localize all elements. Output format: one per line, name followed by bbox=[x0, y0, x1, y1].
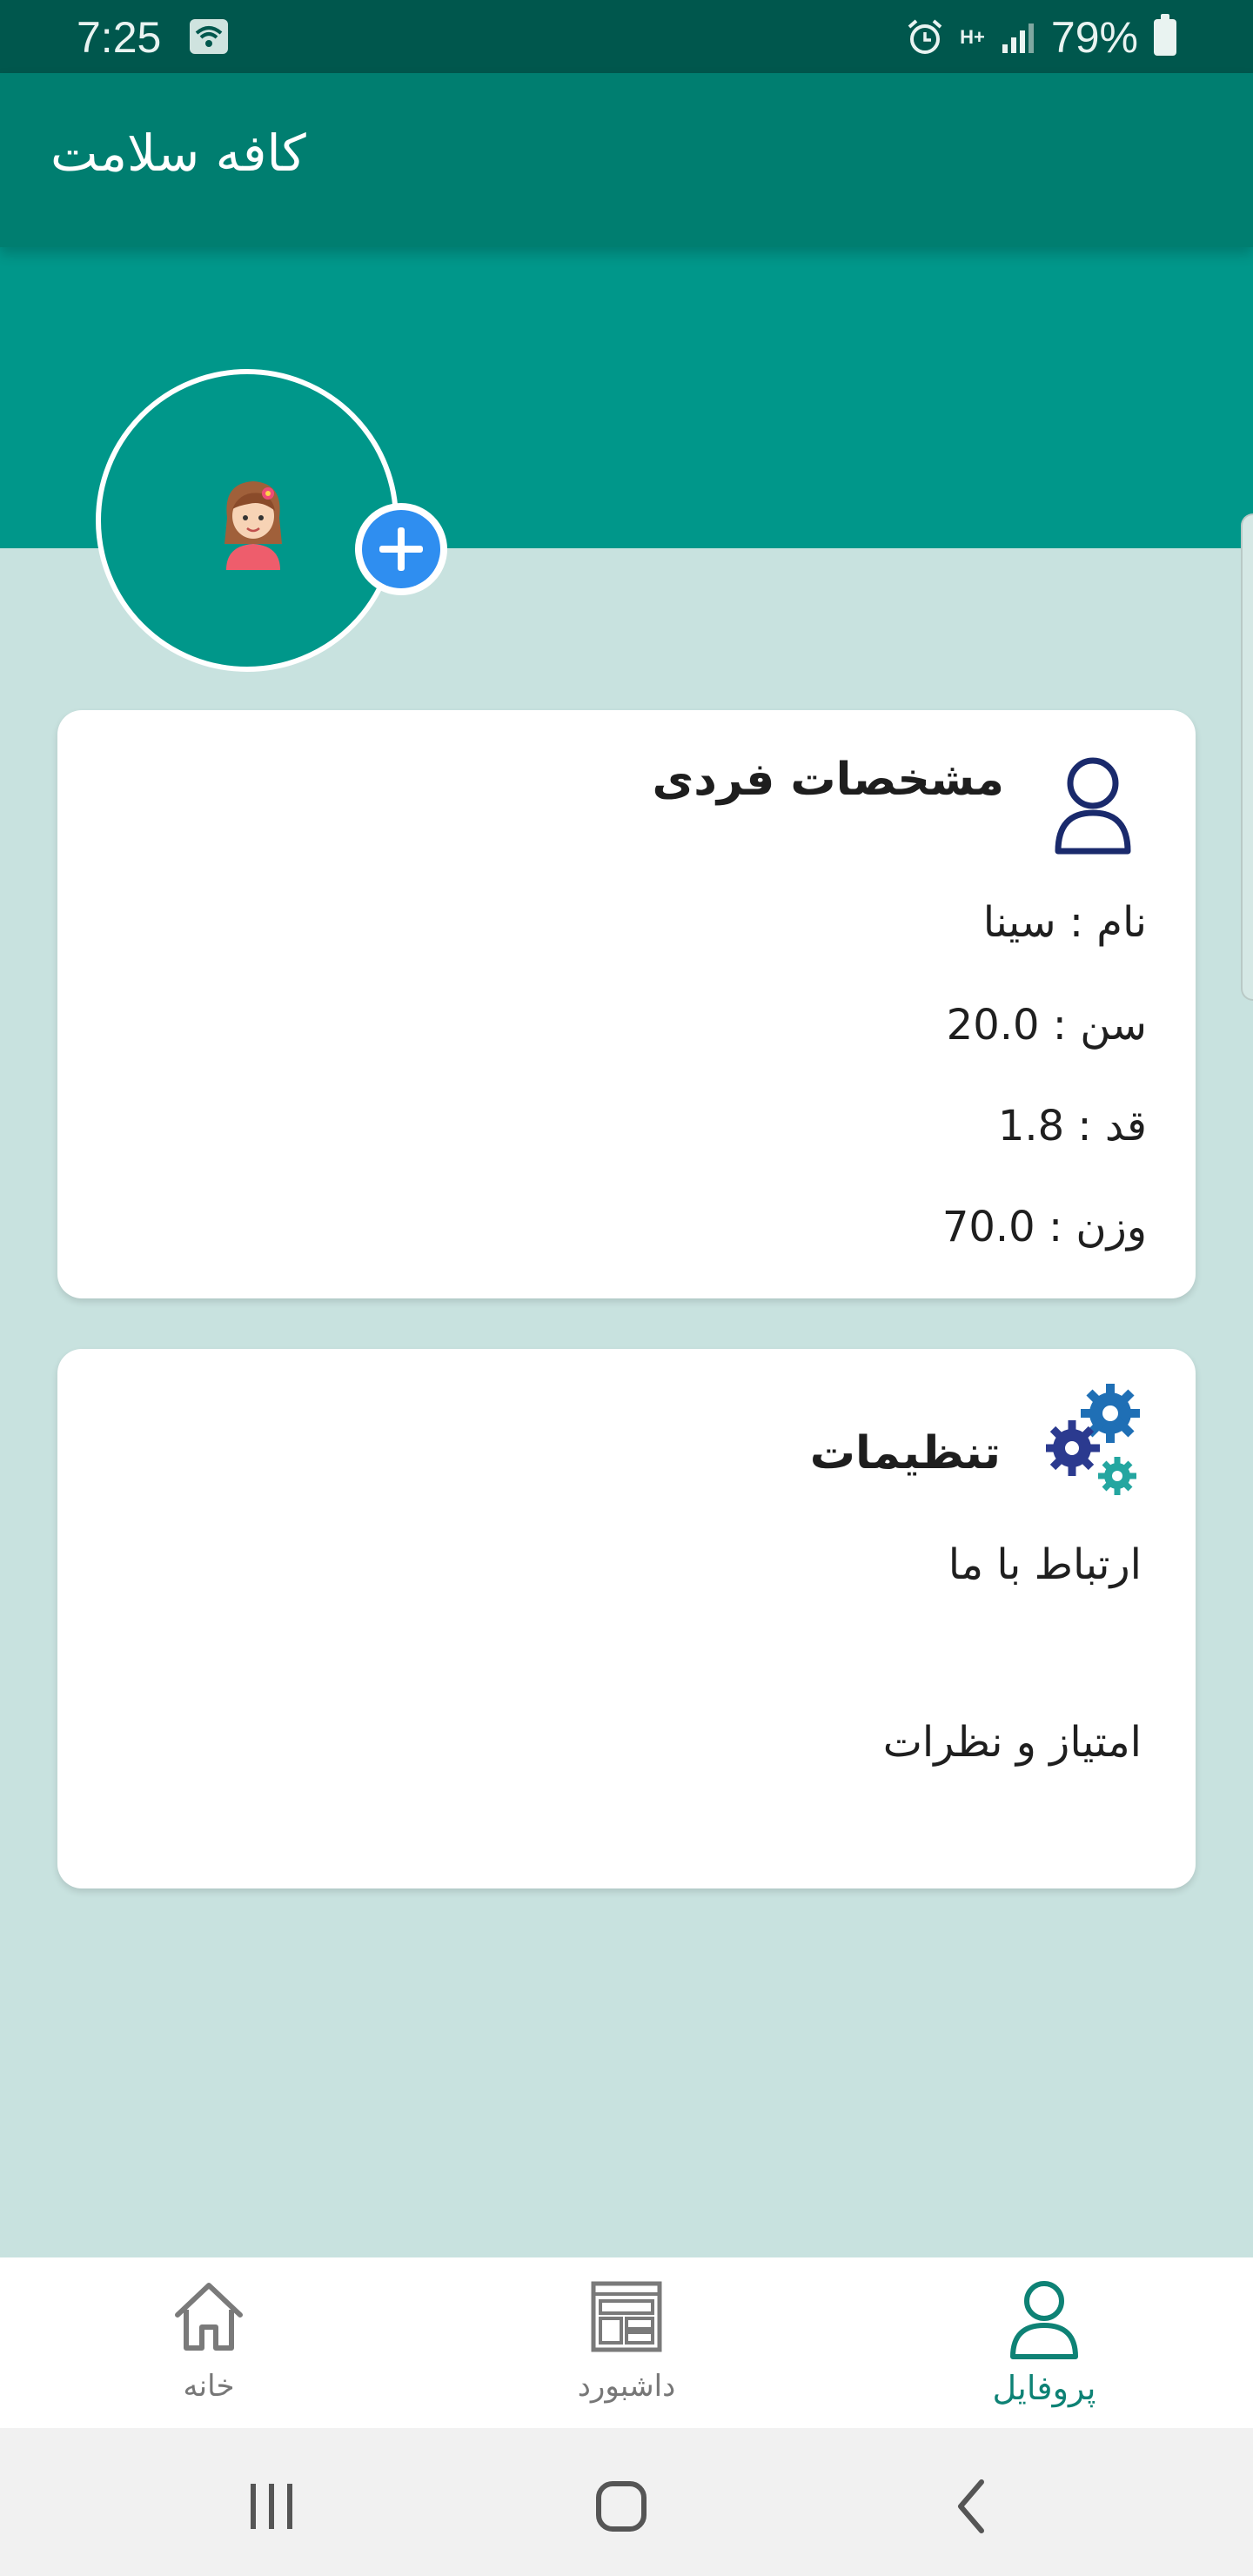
alarm-icon bbox=[908, 19, 942, 54]
nav-item-home[interactable]: خانه bbox=[78, 2257, 339, 2428]
system-nav-bar bbox=[0, 2428, 1253, 2576]
signal-icon bbox=[1002, 23, 1034, 53]
status-right: H+ 79% bbox=[906, 12, 1176, 63]
battery-percent: 79% bbox=[1050, 13, 1138, 62]
personal-info-card: مشخصات فردی نام : سینا سن : 20.0 قد : 1.… bbox=[57, 710, 1196, 1298]
bottom-nav: خانه داشبورد پروفایل bbox=[0, 2257, 1253, 2428]
name-row: نام : سینا bbox=[982, 898, 1147, 947]
profile-icon bbox=[1010, 2281, 1078, 2359]
settings-card: تنظیمات ارتباط با ما امتیاز و نظرات bbox=[57, 1349, 1196, 1888]
dashboard-icon bbox=[591, 2281, 662, 2352]
nav-label-dashboard: داشبورد bbox=[577, 2369, 676, 2404]
nav-label-home: خانه bbox=[183, 2369, 235, 2404]
settings-title: تنظیمات bbox=[809, 1427, 1001, 1479]
app-title: کافه سلامت bbox=[50, 124, 306, 183]
weight-row: وزن : 70.0 bbox=[941, 1203, 1147, 1251]
app-bar: کافه سلامت bbox=[0, 73, 1253, 247]
plus-icon bbox=[362, 510, 440, 588]
wifi-icon bbox=[190, 19, 228, 54]
avatar[interactable] bbox=[96, 369, 399, 672]
nav-item-dashboard[interactable]: داشبورد bbox=[496, 2257, 757, 2428]
rate-and-reviews-item[interactable]: امتیاز و نظرات bbox=[883, 1718, 1142, 1767]
network-type-label: H+ bbox=[960, 26, 985, 48]
scroll-edge-handle[interactable] bbox=[1241, 513, 1253, 1001]
back-icon[interactable] bbox=[938, 2472, 1008, 2541]
nav-label-profile: پروفایل bbox=[992, 2369, 1096, 2407]
nav-item-profile[interactable]: پروفایل bbox=[914, 2257, 1175, 2428]
gears-icon bbox=[1046, 1384, 1140, 1495]
status-bar: 7:25 H+ 79% bbox=[0, 0, 1253, 73]
status-time: 7:25 bbox=[77, 13, 162, 62]
system-home-icon[interactable] bbox=[586, 2472, 656, 2541]
contact-us-item[interactable]: ارتباط با ما bbox=[948, 1540, 1142, 1589]
girl-avatar-icon bbox=[224, 481, 282, 570]
recent-apps-icon[interactable] bbox=[237, 2472, 306, 2541]
add-photo-button[interactable] bbox=[355, 503, 447, 595]
personal-info-title: مشخصات فردی bbox=[652, 754, 1004, 806]
person-icon bbox=[1055, 757, 1131, 855]
battery-icon bbox=[1154, 14, 1176, 56]
height-row: قد : 1.8 bbox=[997, 1102, 1147, 1150]
age-row: سن : 20.0 bbox=[946, 1001, 1147, 1050]
home-icon bbox=[175, 2283, 243, 2351]
